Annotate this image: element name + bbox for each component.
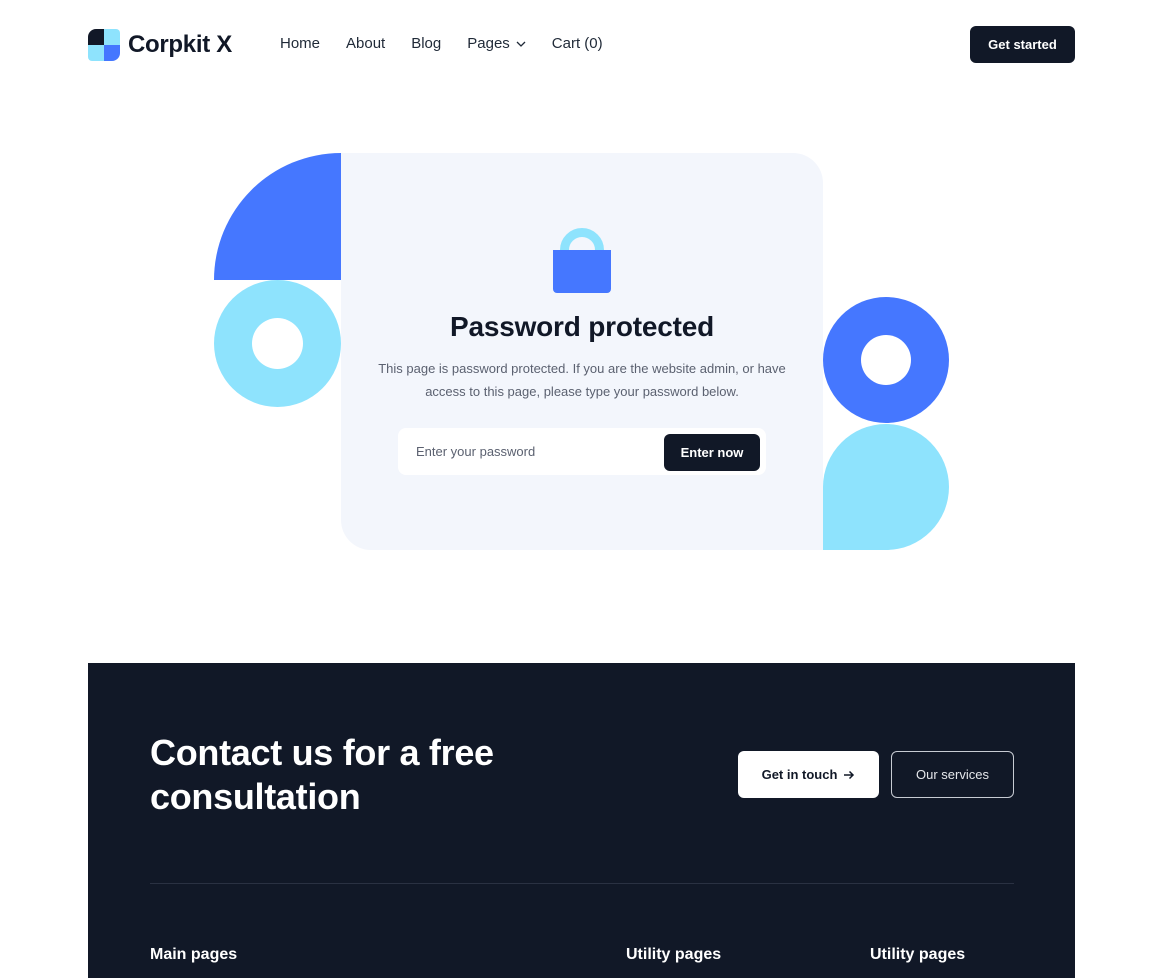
logo[interactable]: Corpkit X xyxy=(88,29,232,61)
enter-now-button[interactable]: Enter now xyxy=(664,434,760,471)
decorative-quarter-circle xyxy=(214,153,341,280)
logo-text: Corpkit X xyxy=(128,31,232,58)
decorative-drop-shape xyxy=(823,424,949,550)
footer-divider xyxy=(150,883,1014,884)
nav-label: Pages xyxy=(467,35,510,52)
nav-label: About xyxy=(346,35,386,52)
nav-item-cart[interactable]: Cart (0) xyxy=(552,33,603,55)
arrow-right-icon xyxy=(844,770,855,779)
footer-column-heading: Main pages xyxy=(150,946,238,963)
password-form: Enter now xyxy=(398,428,766,475)
site-header: Corpkit X Home About Blog Pages Cart (0)… xyxy=(0,0,1167,88)
footer-cta-title: Contact us for a free consultation xyxy=(150,732,494,817)
page-title: Password protected xyxy=(449,311,715,342)
logo-mark-icon xyxy=(88,29,120,61)
our-services-button[interactable]: Our services xyxy=(891,751,1014,798)
page-description: This page is password protected. If you … xyxy=(378,361,786,399)
footer-column-heading: Utility pages xyxy=(870,946,966,963)
chevron-down-icon xyxy=(516,41,526,47)
main-nav: Home About Blog Pages Cart (0) xyxy=(280,33,603,55)
nav-label: Home xyxy=(280,35,321,52)
footer: Contact us for a free consultation Get i… xyxy=(88,663,1075,978)
nav-label: Blog xyxy=(411,35,442,52)
nav-label: Cart (0) xyxy=(551,35,603,52)
password-input[interactable] xyxy=(398,428,660,475)
footer-column-heading: Utility pages xyxy=(626,946,722,963)
nav-item-pages[interactable]: Pages xyxy=(467,33,526,55)
decorative-ring-blue xyxy=(823,297,949,423)
nav-item-home[interactable]: Home xyxy=(280,33,320,55)
button-label: Get in touch xyxy=(761,767,838,782)
decorative-ring-light xyxy=(214,280,341,407)
get-started-button[interactable]: Get started xyxy=(970,26,1075,63)
get-in-touch-button[interactable]: Get in touch xyxy=(738,751,879,798)
nav-item-blog[interactable]: Blog xyxy=(411,33,441,55)
lock-icon xyxy=(553,228,611,293)
password-card xyxy=(341,153,823,550)
nav-item-about[interactable]: About xyxy=(346,33,385,55)
